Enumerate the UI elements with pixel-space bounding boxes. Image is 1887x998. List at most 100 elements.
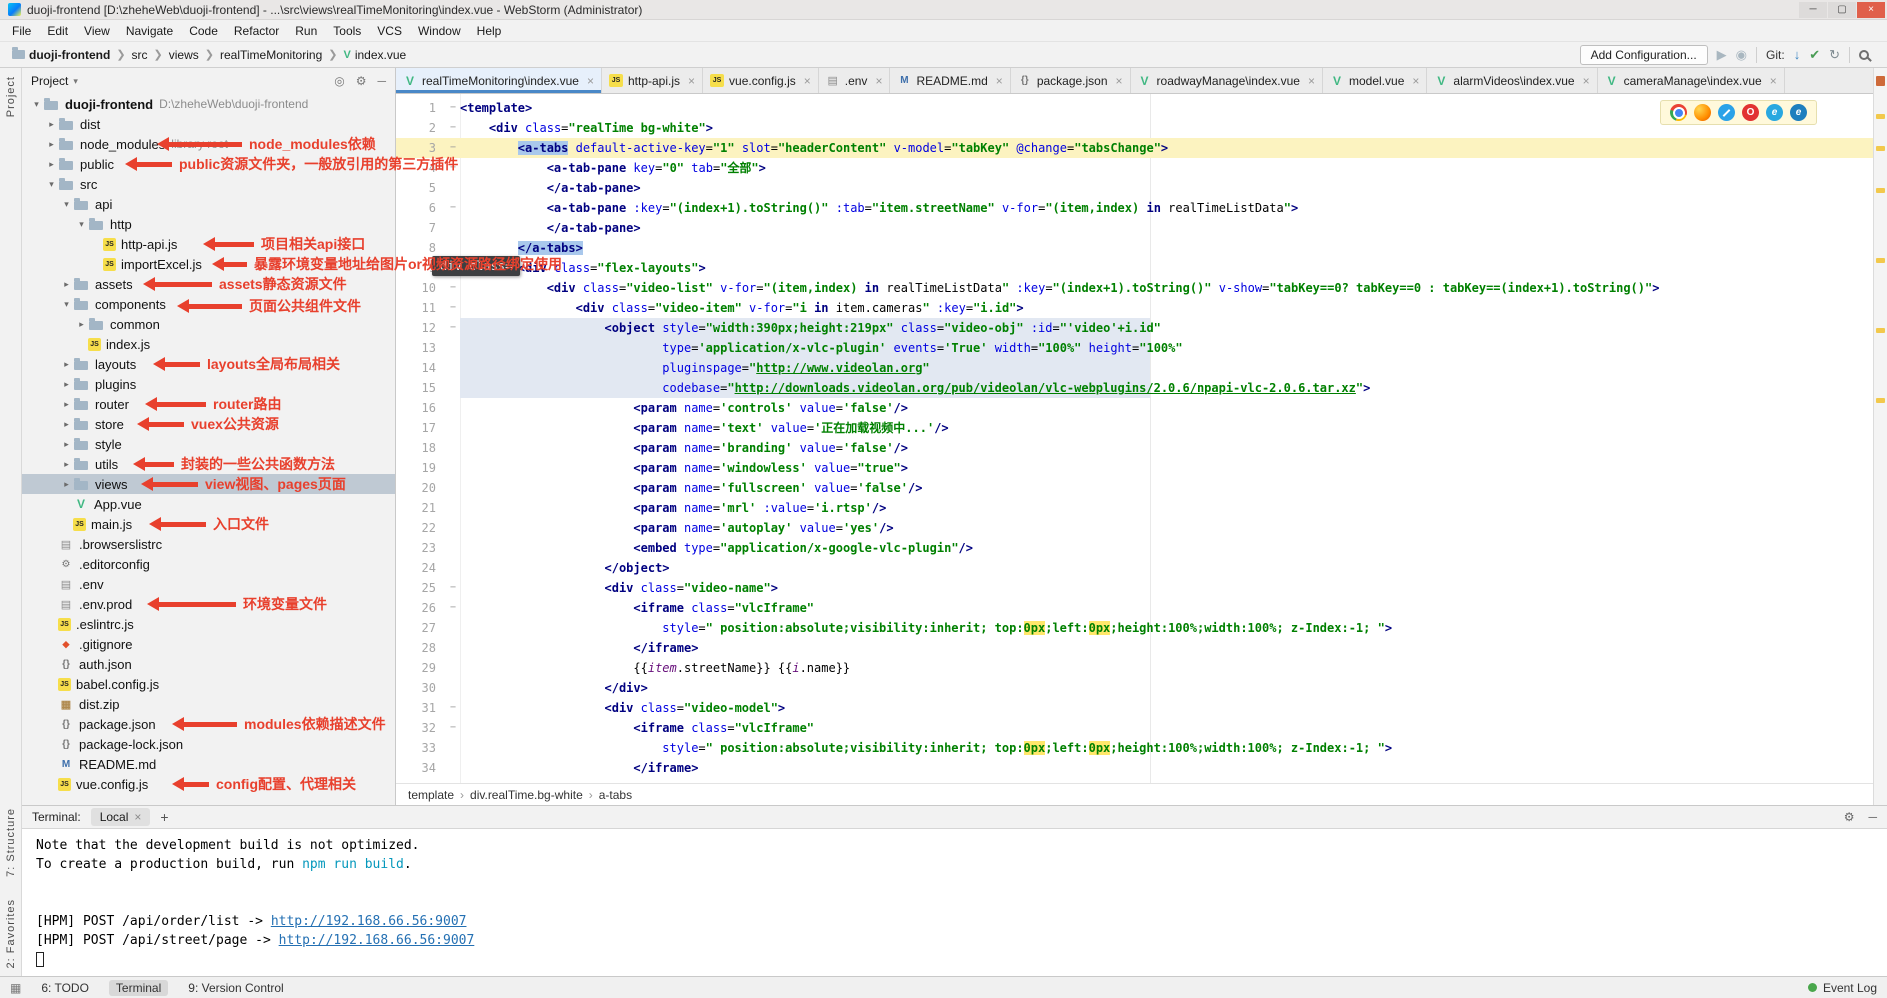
fold-icon[interactable]: − [446, 698, 460, 718]
tree-item-.eslintrc.js[interactable]: JS.eslintrc.js [22, 614, 395, 634]
code-line-25[interactable]: 25− <div class="video-name"> [396, 578, 1873, 598]
code-line-9[interactable]: 9− <div class="flex-layouts"> [396, 258, 1873, 278]
editor-breadcrumb-div.realTime.bg-white[interactable]: div.realTime.bg-white [470, 788, 583, 802]
close-icon[interactable]: × [134, 810, 141, 824]
terminal-tab-local[interactable]: Local × [91, 808, 151, 826]
tree-item-public[interactable]: ▸public [22, 154, 395, 174]
tree-item-node_modules[interactable]: ▸node_modules library root [22, 134, 395, 154]
fold-icon[interactable]: − [446, 138, 460, 158]
fold-icon[interactable]: − [446, 598, 460, 618]
code-line-29[interactable]: 29 {{item.streetName}} {{i.name}} [396, 658, 1873, 678]
code-line-5[interactable]: 5 </a-tab-pane> [396, 178, 1873, 198]
tree-item-duoji-frontend[interactable]: ▾duoji-frontend D:\zheheWeb\duoji-fronte… [22, 94, 395, 114]
code-line-31[interactable]: 31− <div class="video-model"> [396, 698, 1873, 718]
chrome-browser-icon[interactable] [1670, 104, 1687, 121]
tree-item-plugins[interactable]: ▸plugins [22, 374, 395, 394]
search-everywhere-icon[interactable] [1859, 50, 1869, 60]
terminal-link[interactable]: http://192.168.66.56:9007 [271, 914, 467, 929]
expand-arrow-icon[interactable]: ▸ [60, 279, 73, 290]
code-line-28[interactable]: 28 </iframe> [396, 638, 1873, 658]
tree-item-assets[interactable]: ▸assets [22, 274, 395, 294]
expand-arrow-icon[interactable]: ▸ [60, 399, 73, 410]
editor-tab-README.md[interactable]: MREADME.md× [890, 68, 1010, 93]
tree-item-package-lock.json[interactable]: {}package-lock.json [22, 734, 395, 754]
tree-item-importExcel.js[interactable]: JSimportExcel.js [22, 254, 395, 274]
fold-icon[interactable]: − [446, 318, 460, 338]
code-line-18[interactable]: 18 <param name='branding' value='false'/… [396, 438, 1873, 458]
tab-close-icon[interactable]: × [1116, 74, 1123, 88]
code-line-33[interactable]: 33 style=" position:absolute;visibility:… [396, 738, 1873, 758]
code-line-1[interactable]: 1−<template> [396, 98, 1873, 118]
event-log-button[interactable]: Event Log [1823, 981, 1877, 995]
ie-browser-icon[interactable]: e [1766, 104, 1783, 121]
code-line-15[interactable]: 15 codebase="http://downloads.videolan.o… [396, 378, 1873, 398]
fold-icon[interactable]: − [446, 158, 460, 178]
debug-icon[interactable]: ◉ [1736, 48, 1747, 61]
maximize-icon[interactable]: ▢ [1828, 2, 1856, 18]
fold-icon[interactable]: − [446, 98, 460, 118]
tree-item-.env.prod[interactable]: ▤.env.prod [22, 594, 395, 614]
tree-item-http[interactable]: ▾http [22, 214, 395, 234]
editor-tab-http-api.js[interactable]: JShttp-api.js× [602, 68, 703, 93]
code-line-23[interactable]: 23 <embed type="application/x-google-vlc… [396, 538, 1873, 558]
git-revert-icon[interactable]: ↻ [1829, 48, 1840, 61]
tab-close-icon[interactable]: × [1412, 74, 1419, 88]
editor-tab-roadwayManage\index.vue[interactable]: VroadwayManage\index.vue× [1131, 68, 1323, 93]
tree-item-README.md[interactable]: MREADME.md [22, 754, 395, 774]
opera-browser-icon[interactable]: O [1742, 104, 1759, 121]
code-line-2[interactable]: 2− <div class="realTime bg-white"> [396, 118, 1873, 138]
firefox-browser-icon[interactable] [1694, 104, 1711, 121]
statusbar-versioncontrol[interactable]: 9: Version Control [184, 980, 287, 996]
tab-close-icon[interactable]: × [996, 74, 1003, 88]
settings-gear-icon[interactable]: ⚙ [356, 74, 367, 88]
tab-close-icon[interactable]: × [1308, 74, 1315, 88]
editor-tab-realTimeMonitoring\index.vue[interactable]: VrealTimeMonitoring\index.vue× [396, 68, 602, 93]
locate-icon[interactable]: ◎ [334, 74, 344, 88]
expand-arrow-icon[interactable]: ▸ [45, 159, 58, 170]
stripe-button-favorites[interactable]: 2: Favorites [5, 899, 17, 968]
menu-tools[interactable]: Tools [325, 22, 369, 40]
code-line-6[interactable]: 6− <a-tab-pane :key="(index+1).toString(… [396, 198, 1873, 218]
tree-item-App.vue[interactable]: VApp.vue [22, 494, 395, 514]
code-line-3[interactable]: 3− <a-tabs default-active-key="1" slot="… [396, 138, 1873, 158]
tab-close-icon[interactable]: × [587, 74, 594, 88]
menu-edit[interactable]: Edit [39, 22, 76, 40]
git-commit-icon[interactable]: ✔ [1809, 48, 1820, 61]
menu-window[interactable]: Window [410, 22, 469, 40]
fold-icon[interactable]: − [446, 718, 460, 738]
tree-item-http-api.js[interactable]: JShttp-api.js [22, 234, 395, 254]
menu-navigate[interactable]: Navigate [118, 22, 181, 40]
tree-item-index.js[interactable]: JSindex.js [22, 334, 395, 354]
editor-tab-alarmVideos\index.vue[interactable]: ValarmVideos\index.vue× [1427, 68, 1597, 93]
expand-arrow-icon[interactable]: ▸ [45, 139, 58, 150]
fold-icon[interactable]: − [446, 578, 460, 598]
tool-windows-icon[interactable]: ▦ [10, 981, 21, 995]
fold-icon[interactable]: − [446, 278, 460, 298]
tree-item-dist.zip[interactable]: ▦dist.zip [22, 694, 395, 714]
code-line-16[interactable]: 16 <param name='controls' value='false'/… [396, 398, 1873, 418]
expand-arrow-icon[interactable]: ▾ [45, 179, 58, 190]
code-editor[interactable]: 1−<template>2− <div class="realTime bg-w… [396, 94, 1873, 783]
tree-item-common[interactable]: ▸common [22, 314, 395, 334]
menu-code[interactable]: Code [181, 22, 226, 40]
hide-panel-icon[interactable]: ─ [377, 74, 386, 88]
project-panel-title[interactable]: Project [31, 74, 68, 88]
code-line-24[interactable]: 24 </object> [396, 558, 1873, 578]
tree-item-.gitignore[interactable]: ◆.gitignore [22, 634, 395, 654]
tree-item-.editorconfig[interactable]: ⚙.editorconfig [22, 554, 395, 574]
tree-item-babel.config.js[interactable]: JSbabel.config.js [22, 674, 395, 694]
minimize-icon[interactable]: ─ [1799, 2, 1827, 18]
error-stripe[interactable] [1873, 68, 1887, 805]
expand-arrow-icon[interactable]: ▸ [75, 319, 88, 330]
chevron-down-icon[interactable]: ▾ [73, 76, 78, 87]
code-line-4[interactable]: 4− <a-tab-pane key="0" tab="全部"> [396, 158, 1873, 178]
git-update-icon[interactable]: ↓ [1794, 48, 1801, 61]
expand-arrow-icon[interactable]: ▸ [60, 439, 73, 450]
editor-tab-package.json[interactable]: {}package.json× [1011, 68, 1131, 93]
statusbar-terminal[interactable]: Terminal [109, 980, 168, 996]
editor-tab-cameraManage\index.vue[interactable]: VcameraManage\index.vue× [1598, 68, 1785, 93]
expand-arrow-icon[interactable]: ▸ [60, 479, 73, 490]
tree-item-components[interactable]: ▾components [22, 294, 395, 314]
tree-item-style[interactable]: ▸style [22, 434, 395, 454]
menu-refactor[interactable]: Refactor [226, 22, 287, 40]
